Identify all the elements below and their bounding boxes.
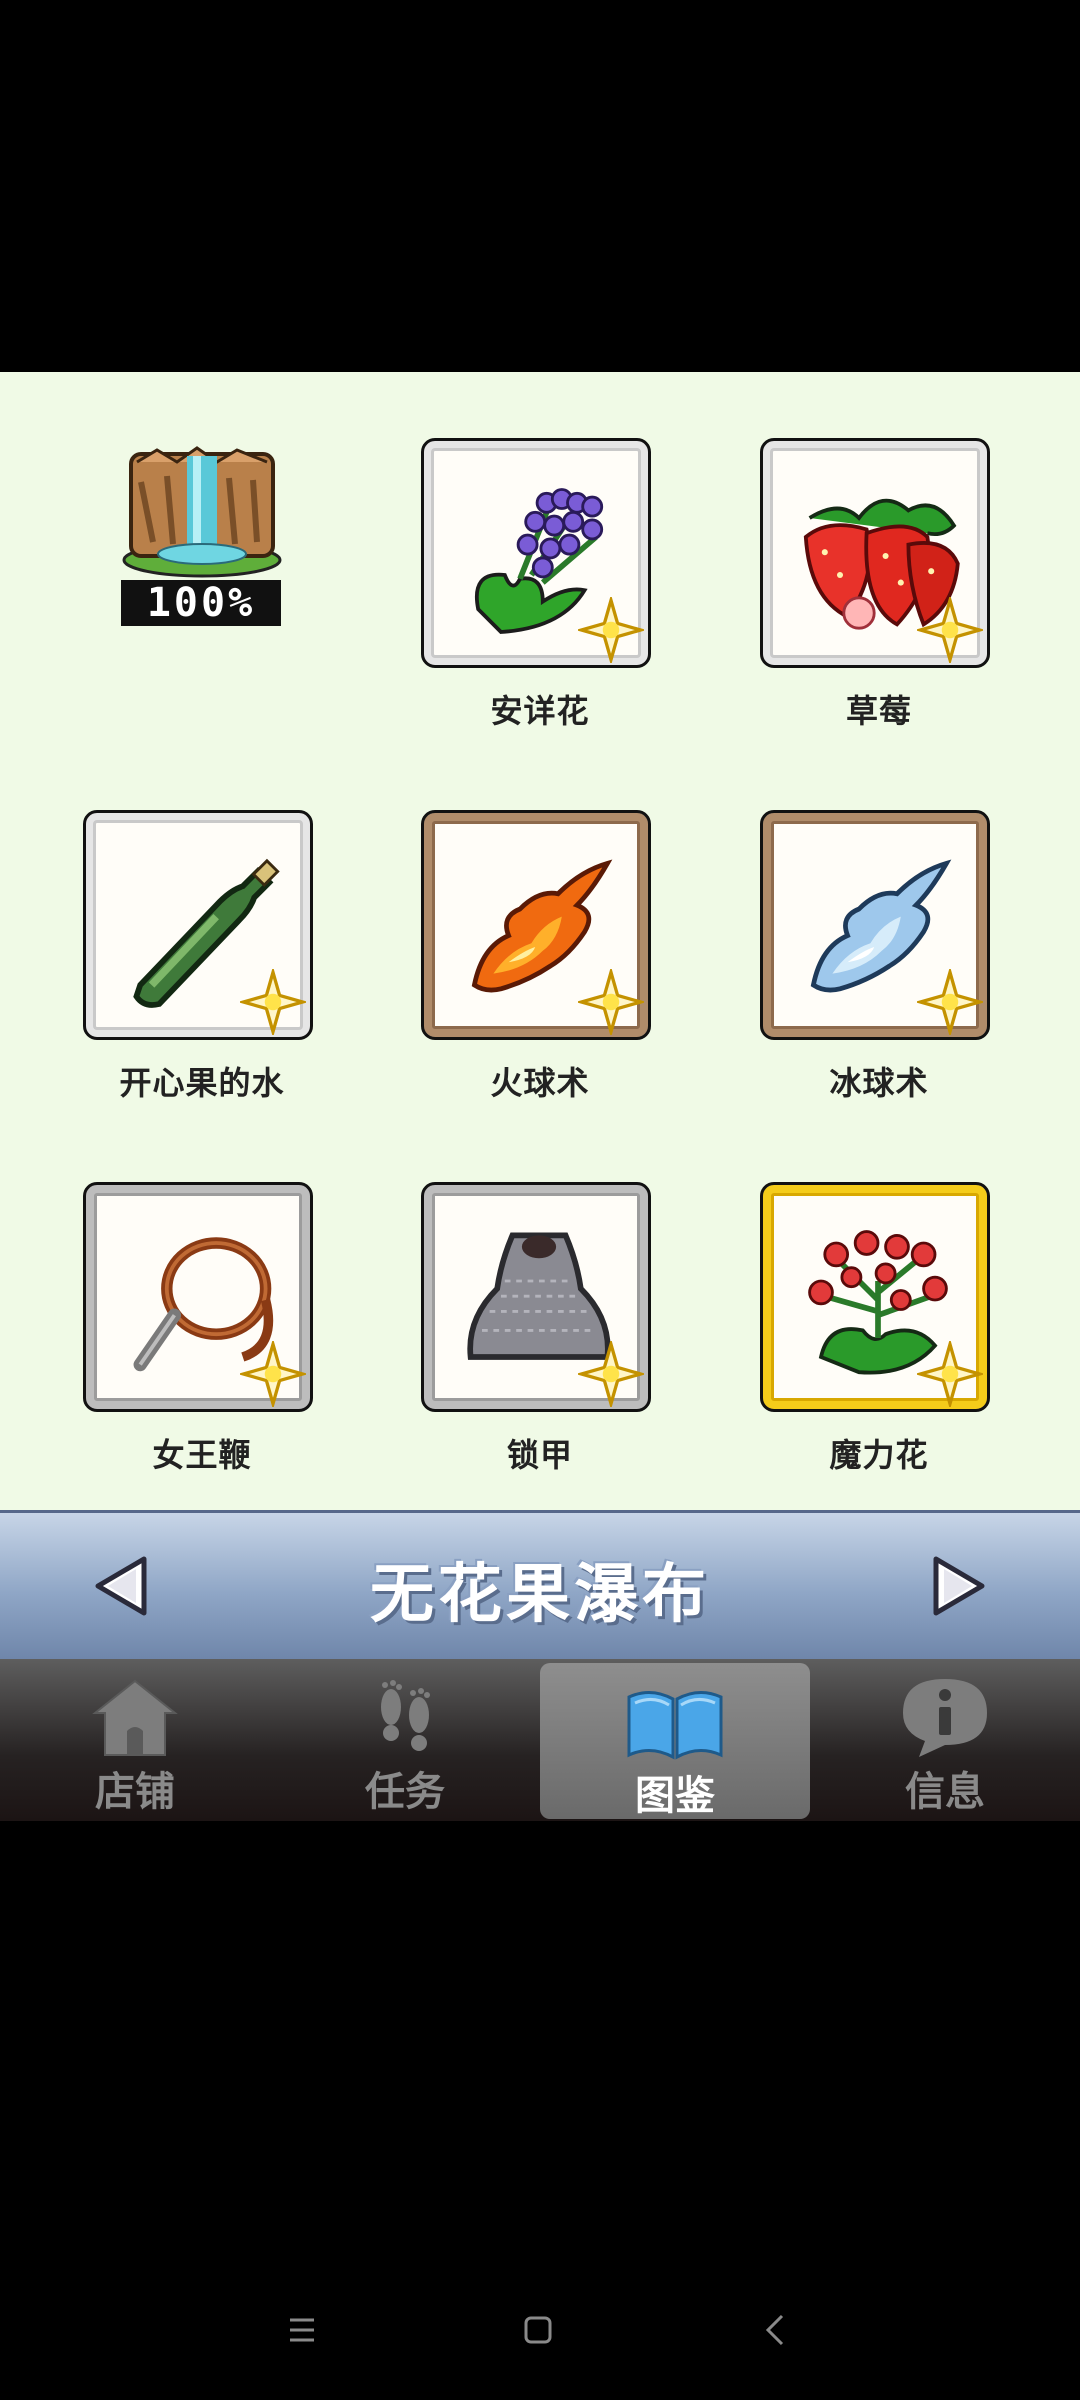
tab-info[interactable]: 信息 [810,1659,1080,1821]
sparkle-icon [240,969,306,1035]
open-book-icon [627,1691,723,1760]
back-chevron-icon[interactable] [756,2310,796,2350]
sparkle-icon [240,1341,306,1407]
top-blank-area [0,0,1080,372]
right-arrow-icon[interactable] [930,1555,988,1617]
item-name: 魔力花 [829,1436,929,1474]
square-home-icon[interactable] [518,2310,558,2350]
item-card[interactable] [421,438,651,668]
tab-shop[interactable]: 店铺 [0,1659,270,1821]
item-card[interactable] [83,810,313,1040]
item-name: 草莓 [845,692,912,730]
sparkle-icon [578,969,644,1035]
tab-label: 店铺 [95,1769,175,1815]
footprints-icon [381,1680,430,1751]
completion-percent: 100% [121,580,281,626]
item-name: 冰球术 [829,1064,929,1102]
tab-encyclopedia[interactable]: 图鉴 [540,1663,810,1819]
tab-tasks[interactable]: 任务 [270,1659,540,1821]
item-card[interactable] [421,1182,651,1412]
item-name: 安详花 [490,692,590,730]
menu-icon[interactable] [282,2310,322,2350]
sparkle-icon [578,1341,644,1407]
sparkle-icon [578,597,644,663]
sparkle-icon [917,1341,983,1407]
item-name: 锁甲 [506,1436,573,1474]
item-name: 火球术 [490,1064,590,1102]
item-name: 开心果的水 [119,1064,285,1102]
info-bubble-icon [903,1679,987,1757]
sparkle-icon [917,969,983,1035]
item-card[interactable] [760,810,990,1040]
tab-label: 任务 [365,1769,445,1815]
item-card[interactable] [760,1182,990,1412]
tab-bar: 店铺 任务 图鉴 信息 [0,1659,1080,1821]
tab-label: 信息 [905,1769,985,1815]
tab-label: 图鉴 [635,1773,715,1819]
item-card[interactable] [83,1182,313,1412]
waterfall-cliff-icon [122,446,282,578]
item-name: 女王鞭 [152,1436,252,1474]
house-icon [92,1679,178,1756]
area-title: 无花果瀑布 [370,1558,710,1632]
item-card[interactable] [421,810,651,1040]
collection-panel: 100% 安详花 草莓 开心果的水 火球术 冰球术 女王鞭 锁甲 魔力花 [0,372,1080,1510]
sparkle-icon [917,597,983,663]
item-card[interactable] [760,438,990,668]
area-banner: 无花果瀑布 [0,1510,1080,1662]
